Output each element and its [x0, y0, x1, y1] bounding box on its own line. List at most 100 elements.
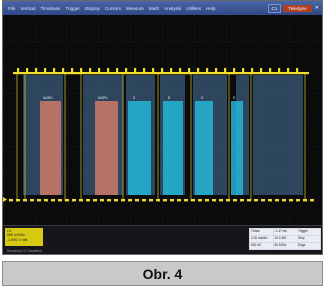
brand-logo: Teledyne	[283, 4, 312, 12]
channel-select-button[interactable]: C1	[267, 3, 282, 13]
menu-vertical[interactable]: Vertical	[20, 6, 35, 11]
data-field	[195, 101, 213, 195]
signal-trace-bottom	[170, 199, 174, 202]
signal-trace-bottom	[310, 199, 314, 202]
figure-caption: Obr. 4	[2, 261, 323, 286]
menu-cursors[interactable]: Cursors	[105, 6, 121, 11]
signal-trace-bottom	[198, 199, 202, 202]
channel-offset: -1.690 V ofst	[7, 237, 28, 242]
signal-pulse	[62, 68, 65, 72]
close-icon[interactable]: ✕	[315, 5, 319, 11]
signal-pulse	[215, 68, 218, 72]
signal-pulse	[53, 68, 56, 72]
address-field	[95, 101, 118, 195]
signal-pulse	[89, 68, 92, 72]
decode-status-text: Decoding C1 Completed	[7, 249, 42, 253]
signal-trace-bottom	[219, 199, 223, 202]
signal-pulse	[197, 68, 200, 72]
signal-pulse	[143, 68, 146, 72]
signal-pulse	[35, 68, 38, 72]
signal-pulse	[242, 68, 245, 72]
menu-bar: File Vertical Timebase Trigger Display C…	[3, 1, 322, 15]
signal-trace-bottom	[107, 199, 111, 202]
tb-cell: Edge	[297, 242, 320, 249]
signal-pulse	[233, 68, 236, 72]
signal-pulse	[170, 68, 173, 72]
signal-pulse	[107, 68, 110, 72]
signal-trace-bottom	[184, 199, 188, 202]
data-field	[231, 101, 243, 195]
tb-cell: 10.0 MS	[273, 235, 297, 243]
signal-pulse	[269, 68, 272, 72]
signal-trace-bottom	[142, 199, 146, 202]
packet-label: 0x0Fh	[43, 96, 53, 100]
waveform-plot: 0x0Fh 0x0Fh S E S E	[3, 15, 322, 225]
menu-display[interactable]: Display	[85, 6, 100, 11]
signal-trace-bottom	[177, 199, 181, 202]
signal-pulse	[278, 68, 281, 72]
packet-label: 0x0Fh	[98, 96, 108, 100]
signal-trace-bottom	[86, 199, 90, 202]
signal-pulse	[80, 68, 83, 72]
signal-trace-bottom	[163, 199, 167, 202]
signal-trace-bottom	[254, 199, 258, 202]
menu-utilities[interactable]: Utilities	[186, 6, 201, 11]
signal-pulse	[17, 68, 20, 72]
signal-trace-bottom	[296, 199, 300, 202]
menu-file[interactable]: File	[8, 6, 15, 11]
trigger-level-marker	[3, 197, 7, 202]
channel-descriptor[interactable]: C1 500 mV/div -1.690 V ofst	[5, 228, 43, 246]
signal-trace-bottom	[149, 199, 153, 202]
status-panel: C1 500 mV/div -1.690 V ofst Decoding C1 …	[3, 225, 322, 254]
signal-trace-bottom	[9, 199, 13, 202]
signal-trace-bottom	[212, 199, 216, 202]
signal-trace-bottom	[247, 199, 251, 202]
signal-trace-bottom	[191, 199, 195, 202]
signal-pulse	[206, 68, 209, 72]
menu-help[interactable]: Help	[206, 6, 215, 11]
signal-trace-bottom	[30, 199, 34, 202]
signal-pulse	[161, 68, 164, 72]
menu-trigger[interactable]: Trigger	[65, 6, 79, 11]
signal-pulse	[179, 68, 182, 72]
signal-pulse	[134, 68, 137, 72]
signal-trace-bottom	[233, 199, 237, 202]
menu-measure[interactable]: Measure	[126, 6, 144, 11]
packet-highlight	[253, 75, 303, 195]
signal-pulse	[71, 68, 74, 72]
signal-pulse	[125, 68, 128, 72]
address-field	[40, 101, 61, 195]
signal-trace-bottom	[240, 199, 244, 202]
signal-trace-bottom	[205, 199, 209, 202]
signal-pulse	[251, 68, 254, 72]
signal-trace-bottom	[44, 199, 48, 202]
tb-cell: Stop	[297, 235, 320, 243]
data-field	[163, 101, 183, 195]
signal-trace-top	[13, 72, 309, 75]
signal-trace-bottom	[65, 199, 69, 202]
tb-cell: -1.47 ms	[273, 229, 297, 236]
menu-analysis[interactable]: Analysis	[164, 6, 181, 11]
signal-trace-bottom	[289, 199, 293, 202]
menu-math[interactable]: Math	[149, 6, 159, 11]
signal-trace-bottom	[93, 199, 97, 202]
tb-cell: Tbase	[250, 229, 273, 236]
signal-pulse	[152, 68, 155, 72]
timebase-descriptor[interactable]: Tbase -1.47 ms Trigger 2.00 ms/div 10.0 …	[249, 228, 321, 250]
waveform-area: 0x0Fh 0x0Fh S E S E	[3, 15, 322, 225]
signal-pulse	[98, 68, 101, 72]
signal-trace-bottom	[275, 199, 279, 202]
tb-cell: Trigger	[297, 229, 320, 236]
tb-cell: 2.00 ms/div	[250, 235, 273, 243]
signal-pulse	[296, 68, 299, 72]
signal-trace-bottom	[51, 199, 55, 202]
signal-trace-bottom	[37, 199, 41, 202]
signal-pulse	[188, 68, 191, 72]
tb-cell: 500 kS	[250, 242, 273, 249]
signal-pulse	[44, 68, 47, 72]
menu-timebase[interactable]: Timebase	[40, 6, 60, 11]
signal-trace-bottom	[114, 199, 118, 202]
signal-pulse	[224, 68, 227, 72]
signal-pulse	[260, 68, 263, 72]
signal-pulse	[116, 68, 119, 72]
